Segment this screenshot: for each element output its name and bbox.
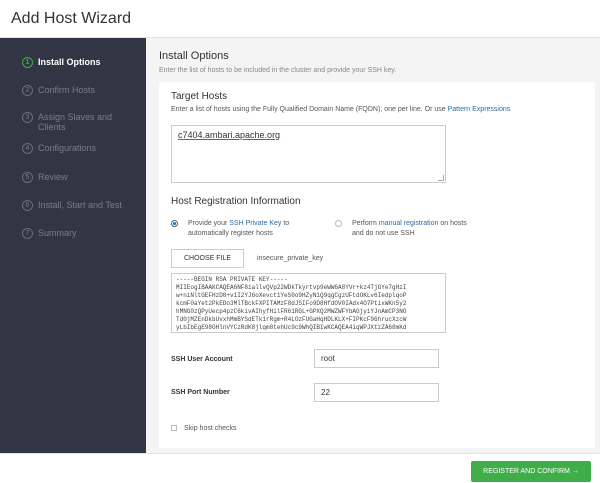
ssh-port-input[interactable]: 22 (314, 383, 439, 402)
step-label: Review (38, 172, 68, 182)
main-content: Install Options Enter the list of hosts … (146, 38, 600, 453)
ssh-key-option-text-end: to (283, 220, 290, 227)
selected-file-name: insecure_private_key (257, 255, 324, 262)
choose-file-button[interactable]: CHOOSE FILE (171, 249, 244, 268)
skip-host-checks-checkbox[interactable] (171, 425, 177, 431)
ssh-private-key-link[interactable]: SSH Private Key (229, 220, 281, 227)
step-number-icon: 6 (22, 200, 33, 211)
step-label: Configurations (38, 143, 97, 153)
page-description: Enter the list of hosts to be included i… (159, 67, 397, 74)
manual-registration-link[interactable]: manual registration (379, 220, 439, 227)
step-label: Assign Slaves and Clients (38, 112, 113, 132)
resize-handle-icon[interactable] (438, 175, 444, 181)
target-hosts-help-text: Enter a list of hosts using the Fully Qu… (171, 106, 446, 113)
ssh-key-radio[interactable] (171, 220, 178, 227)
modal-header: Add Host Wizard (0, 0, 600, 38)
step-number-icon: 4 (22, 143, 33, 154)
ssh-user-label: SSH User Account (171, 356, 233, 363)
ssh-user-input[interactable]: root (314, 349, 439, 368)
manual-option-text-end: on hosts (440, 220, 467, 227)
manual-option-text: Perform (352, 220, 377, 227)
step-number-icon: 1 (22, 57, 33, 68)
target-hosts-title: Target Hosts (171, 91, 228, 102)
step-number-icon: 3 (22, 112, 33, 123)
target-hosts-value: c7404.ambari.apache.org (178, 130, 281, 140)
step-label: Install Options (38, 57, 101, 67)
wizard-sidebar: 1 Install Options 2 Confirm Hosts 3 Assi… (0, 38, 146, 453)
target-hosts-textarea[interactable]: c7404.ambari.apache.org (171, 125, 446, 183)
step-number-icon: 7 (22, 228, 33, 239)
ssh-key-option-text: Provide your (188, 220, 228, 227)
step-label: Confirm Hosts (38, 85, 96, 95)
ssh-key-option-line2: automatically register hosts (188, 230, 273, 237)
step-number-icon: 2 (22, 85, 33, 96)
ssh-key-option-label: Provide your SSH Private Key to automati… (188, 219, 323, 239)
step-label: Install, Start and Test (38, 200, 122, 210)
skip-host-checks-label: Skip host checks (184, 425, 237, 432)
modal-title: Add Host Wizard (11, 10, 132, 27)
ssh-port-label: SSH Port Number (171, 389, 230, 396)
options-card: Target Hosts Enter a list of hosts using… (159, 82, 595, 448)
host-registration-title: Host Registration Information (171, 196, 301, 207)
step-label: Summary (38, 228, 77, 238)
manual-option-label: Perform manual registration on hosts and… (352, 219, 512, 239)
manual-option-line2: and do not use SSH (352, 230, 415, 237)
step-number-icon: 5 (22, 172, 33, 183)
manual-registration-radio[interactable] (335, 220, 342, 227)
ssh-key-textarea[interactable]: -----BEGIN RSA PRIVATE KEY----- MIIEogIB… (171, 273, 446, 333)
page-title: Install Options (159, 50, 229, 62)
pattern-expressions-link[interactable]: Pattern Expressions (448, 106, 511, 113)
register-and-confirm-button[interactable]: REGISTER AND CONFIRM → (471, 461, 591, 482)
target-hosts-help: Enter a list of hosts using the Fully Qu… (171, 106, 591, 113)
